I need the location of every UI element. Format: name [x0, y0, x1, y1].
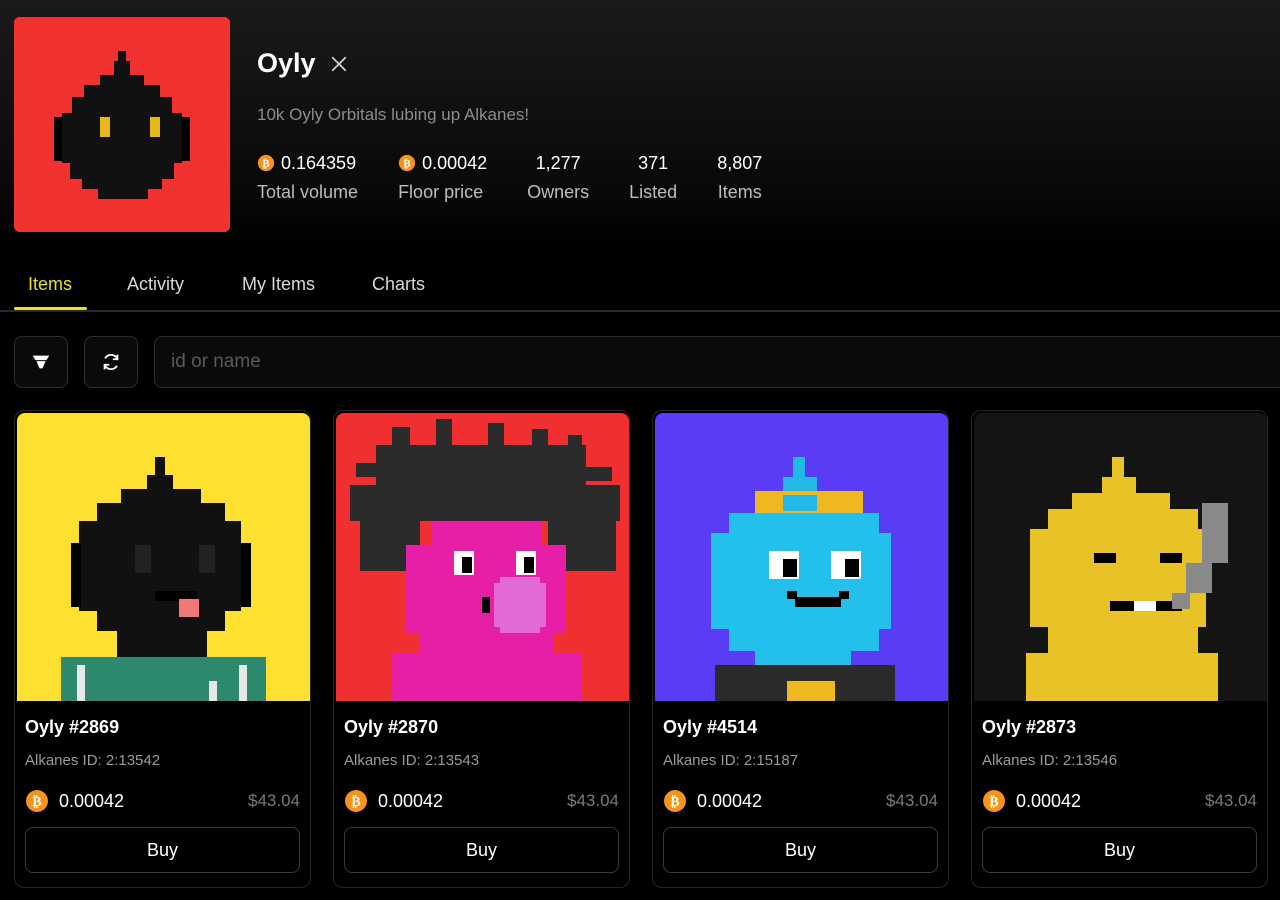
stat-value: 8,807: [717, 152, 763, 173]
nft-price-usd: $43.04: [248, 791, 300, 810]
nft-price: 0.00042: [378, 790, 444, 811]
search-input[interactable]: [155, 337, 1280, 387]
nft-name: Oyly #2870: [344, 717, 439, 737]
nft-card[interactable]: Oyly #2870 Alkanes ID: 2:13543 ₿ 0.00042…: [333, 410, 630, 888]
stat-value: 1,277: [535, 152, 581, 173]
stat-items: 8,807 Items: [717, 152, 762, 203]
btc-icon: ₿: [257, 154, 275, 172]
btc-icon: ₿: [345, 790, 367, 812]
nft-price-usd: $43.04: [1205, 791, 1257, 810]
tab-bar: Items Activity My Items Charts: [0, 262, 1280, 312]
buy-button[interactable]: Buy: [663, 827, 938, 873]
buy-button[interactable]: Buy: [344, 827, 619, 873]
stat-floor-price: ₿ 0.00042 Floor price: [398, 152, 487, 203]
collection-description: 10k Oyly Orbitals lubing up Alkanes!: [257, 105, 530, 124]
x-icon[interactable]: [330, 55, 348, 73]
buy-button[interactable]: Buy: [25, 827, 300, 873]
svg-text:₿: ₿: [403, 157, 410, 170]
nft-alkanes-id: Alkanes ID: 2:13543: [344, 752, 480, 769]
stat-value: 0.164359: [281, 152, 357, 173]
tab-activity[interactable]: Activity: [127, 274, 184, 295]
filter-button[interactable]: [14, 336, 68, 388]
svg-text:₿: ₿: [32, 794, 41, 810]
refresh-icon: [103, 353, 119, 371]
refresh-button[interactable]: [84, 336, 138, 388]
nft-alkanes-id: Alkanes ID: 2:15187: [663, 752, 799, 769]
nft-alkanes-id: Alkanes ID: 2:13546: [982, 752, 1118, 769]
stat-label: Listed: [629, 182, 678, 202]
svg-text:₿: ₿: [351, 794, 360, 810]
filter-icon: [32, 355, 50, 369]
nft-image: [336, 413, 629, 701]
nft-price-usd: $43.04: [567, 791, 619, 810]
stat-label: Items: [717, 182, 762, 202]
svg-text:₿: ₿: [262, 157, 269, 170]
nft-price: 0.00042: [697, 790, 763, 811]
stat-total-volume: ₿ 0.164359 Total volume: [257, 152, 358, 203]
nft-card[interactable]: Oyly #2869 Alkanes ID: 2:13542 ₿ 0.00042…: [14, 410, 311, 888]
stat-owners: 1,277 Owners: [527, 152, 589, 203]
collection-logo: [14, 17, 230, 232]
collection-name: Oyly: [257, 48, 316, 78]
tab-items[interactable]: Items: [28, 274, 72, 295]
nft-card[interactable]: Oyly #4514 Alkanes ID: 2:15187 ₿ 0.00042…: [652, 410, 949, 888]
nft-image: [974, 413, 1267, 701]
stat-value: 0.00042: [422, 152, 488, 173]
nft-alkanes-id: Alkanes ID: 2:13542: [25, 752, 161, 769]
stat-value: 371: [638, 152, 669, 173]
nft-price-usd: $43.04: [886, 791, 938, 810]
nft-price: 0.00042: [59, 790, 125, 811]
svg-text:₿: ₿: [989, 794, 998, 810]
nft-card[interactable]: Oyly #2873 Alkanes ID: 2:13546 ₿ 0.00042…: [971, 410, 1268, 888]
nft-image: [655, 413, 948, 701]
oyly-avatar-image: [14, 17, 230, 232]
btc-icon: ₿: [664, 790, 686, 812]
nft-price: 0.00042: [1016, 790, 1082, 811]
buy-button[interactable]: Buy: [982, 827, 1257, 873]
nft-name: Oyly #4514: [663, 717, 758, 737]
nft-name: Oyly #2869: [25, 717, 120, 737]
search-box: [154, 336, 1280, 388]
btc-icon: ₿: [26, 790, 48, 812]
nft-name: Oyly #2873: [982, 717, 1077, 737]
svg-text:₿: ₿: [670, 794, 679, 810]
tab-charts[interactable]: Charts: [372, 274, 425, 295]
tab-my-items[interactable]: My Items: [242, 274, 315, 295]
btc-icon: ₿: [398, 154, 416, 172]
btc-icon: ₿: [983, 790, 1005, 812]
stat-listed: 371 Listed: [629, 152, 677, 203]
active-tab-indicator: [14, 307, 87, 310]
stats-bar: ₿ 0.164359 Total volume ₿ 0.00042 Floor …: [257, 152, 802, 203]
stat-label: Total volume: [257, 182, 359, 202]
stat-label: Owners: [527, 182, 590, 202]
stat-label: Floor price: [398, 182, 484, 202]
nft-image: [17, 413, 310, 701]
